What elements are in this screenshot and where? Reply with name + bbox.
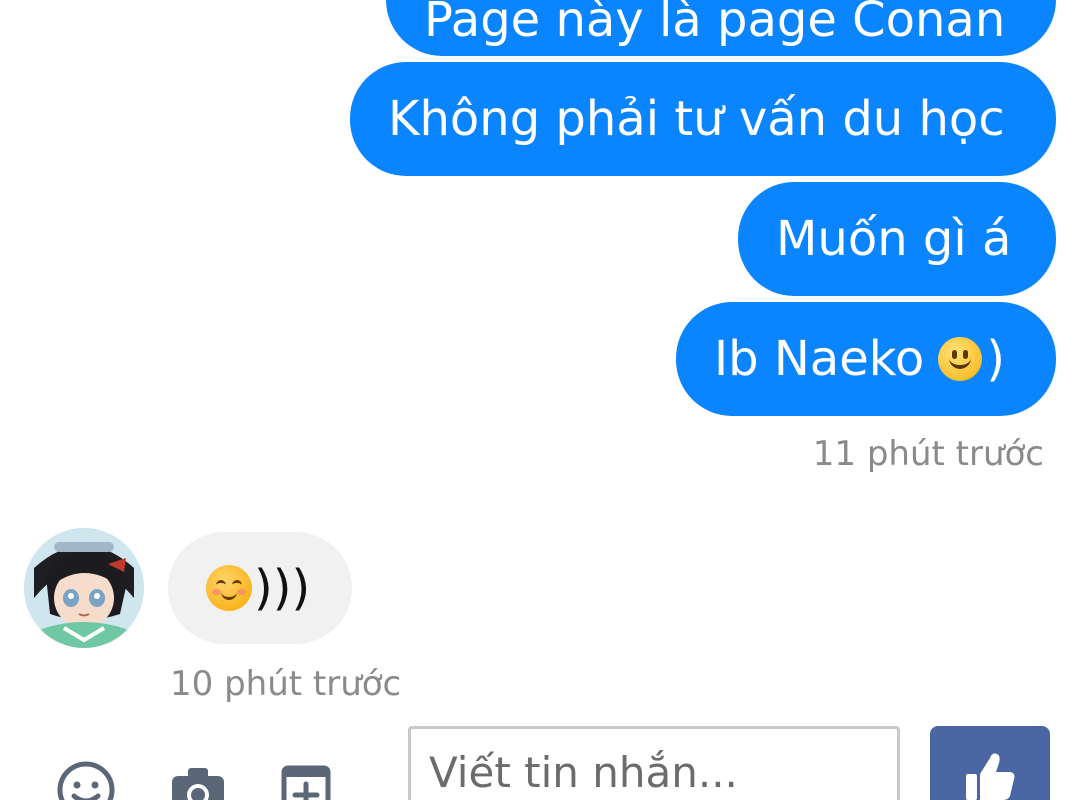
chat-screen: Page này là page Conan Không phải tư vấn… [0,0,1080,800]
outgoing-message[interactable]: Muốn gì á [738,182,1056,296]
emoji-icon[interactable] [56,760,116,800]
smiling-face-emoji-icon [206,565,252,611]
camera-icon[interactable] [168,760,228,800]
outgoing-message[interactable]: Không phải tư vấn du học [350,62,1056,176]
message-timestamp: 11 phút trước [812,434,1044,474]
like-button[interactable] [930,726,1050,800]
message-text: Page này là page Conan [424,0,1006,48]
avatar[interactable] [24,528,144,648]
message-text: Ib Naeko [714,331,925,387]
slight-smile-emoji-icon [938,337,983,381]
incoming-message[interactable]: ))) [168,532,352,644]
message-input[interactable] [408,726,900,800]
anime-avatar-icon [24,528,144,648]
attach-icon[interactable] [276,760,336,800]
outgoing-message[interactable]: Page này là page Conan [386,0,1056,56]
outgoing-message[interactable]: Ib Naeko ) [676,302,1056,416]
message-text: Muốn gì á [776,211,1012,267]
message-timestamp: 10 phút trước [170,664,402,704]
message-text: ))) [254,560,311,616]
message-suffix: ) [986,331,1005,387]
message-text: Không phải tư vấn du học [388,91,1005,147]
message-composer [0,720,1080,800]
thumbs-up-icon [966,753,1015,800]
